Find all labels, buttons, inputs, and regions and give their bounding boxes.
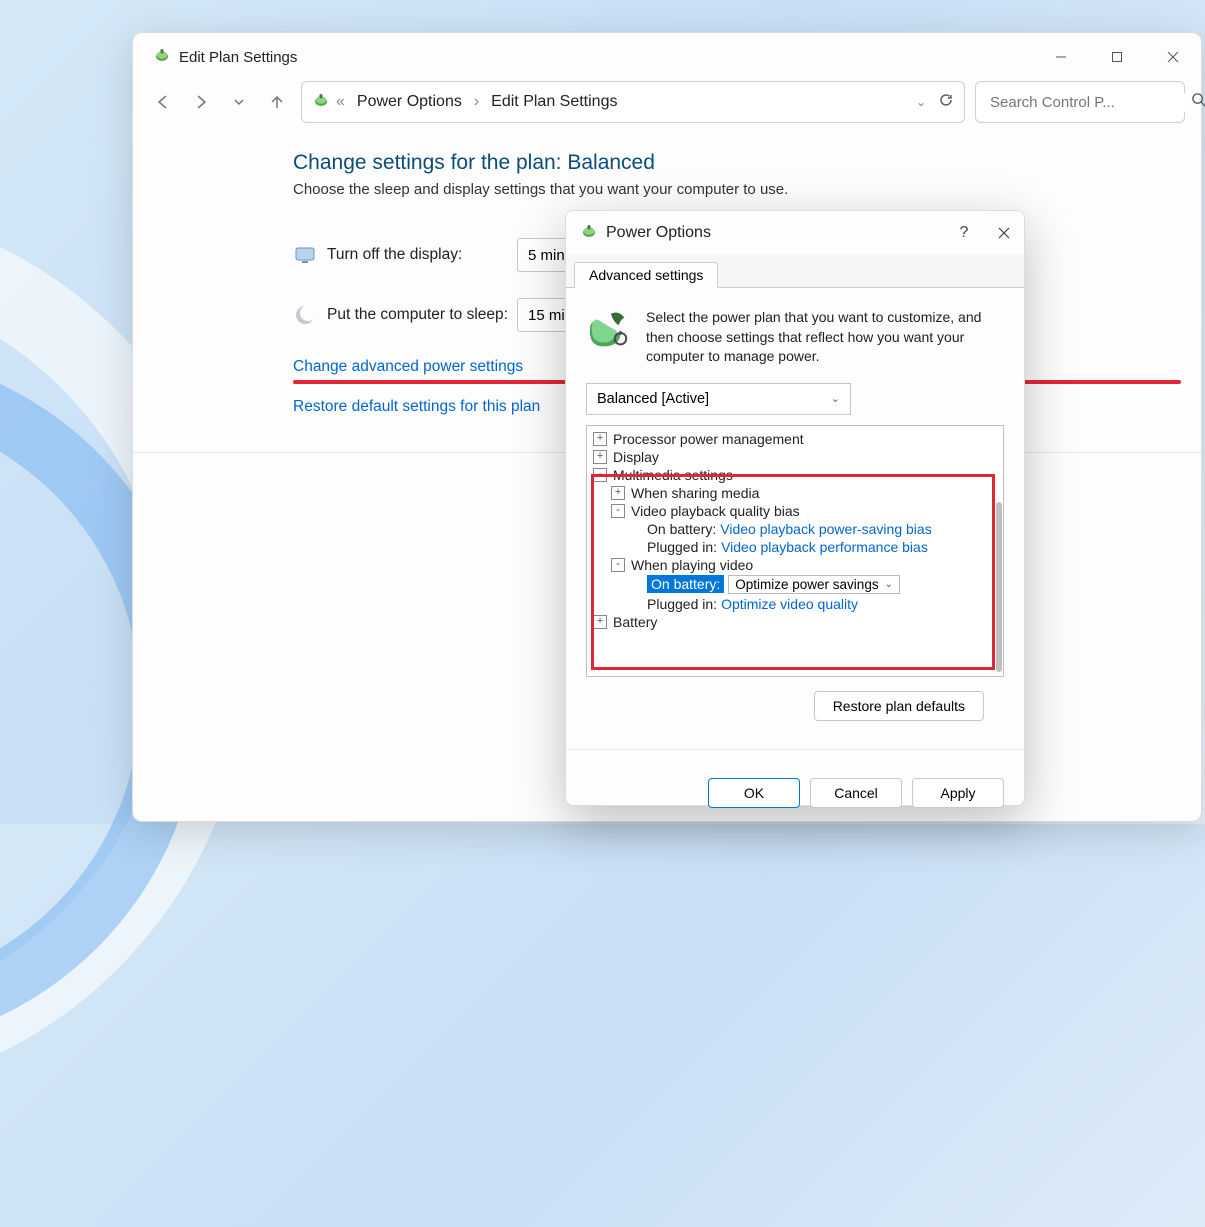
tree-when-sharing[interactable]: +When sharing media xyxy=(589,484,1001,502)
window-title: Edit Plan Settings xyxy=(179,49,297,66)
chevron-down-icon: ⌄ xyxy=(885,579,893,590)
nav-recent-dropdown-icon[interactable] xyxy=(225,88,253,116)
tab-advanced-settings[interactable]: Advanced settings xyxy=(574,262,718,288)
page-heading: Change settings for the plan: Balanced xyxy=(293,151,1161,175)
close-button[interactable] xyxy=(1145,33,1201,81)
main-titlebar: Edit Plan Settings xyxy=(133,33,1201,81)
expand-icon[interactable]: + xyxy=(593,432,607,446)
dialog-footer: OK Cancel Apply xyxy=(566,749,1024,813)
tree-multimedia[interactable]: -Multimedia settings xyxy=(589,466,1001,484)
close-button[interactable] xyxy=(984,211,1024,255)
breadcrumb-root[interactable]: Power Options xyxy=(357,93,462,111)
tree-battery[interactable]: +Battery xyxy=(589,613,1001,631)
moon-icon xyxy=(293,303,317,327)
tab-strip: Advanced settings xyxy=(566,255,1024,288)
tree-video-bias[interactable]: -Video playback quality bias xyxy=(589,502,1001,520)
selected-label: On battery: xyxy=(647,575,724,593)
expand-icon[interactable]: + xyxy=(593,450,607,464)
tree-vb-plugged[interactable]: Plugged in:Video playback performance bi… xyxy=(589,538,1001,556)
battery-large-icon xyxy=(586,308,632,354)
cancel-button[interactable]: Cancel xyxy=(810,778,902,808)
dialog-title: Power Options xyxy=(606,224,711,242)
refresh-icon[interactable] xyxy=(938,92,954,113)
nav-forward-button[interactable] xyxy=(187,88,215,116)
page-subtext: Choose the sleep and display settings th… xyxy=(293,181,1161,198)
dialog-body: Select the power plan that you want to c… xyxy=(566,288,1024,733)
collapse-icon[interactable]: - xyxy=(593,468,607,482)
expand-icon[interactable]: + xyxy=(611,486,625,500)
maximize-button[interactable] xyxy=(1089,33,1145,81)
tree-vb-on-battery[interactable]: On battery:Video playback power-saving b… xyxy=(589,520,1001,538)
battery-app-icon xyxy=(153,46,171,69)
monitor-icon xyxy=(293,243,317,267)
tree-wp-plugged[interactable]: Plugged in:Optimize video quality xyxy=(589,595,1001,613)
dialog-titlebar: Power Options ? xyxy=(566,211,1024,255)
toolbar: « Power Options › Edit Plan Settings ⌄ xyxy=(133,81,1201,135)
battery-app-icon xyxy=(580,222,598,245)
tree-wp-on-battery[interactable]: On battery:Optimize power savings⌄ xyxy=(589,574,1001,595)
expand-icon[interactable]: + xyxy=(593,615,607,629)
chevron-down-icon[interactable]: ⌄ xyxy=(916,95,926,109)
battery-app-icon xyxy=(312,91,330,114)
tree-display[interactable]: +Display xyxy=(589,448,1001,466)
address-bar[interactable]: « Power Options › Edit Plan Settings ⌄ xyxy=(301,81,965,123)
sleep-timeout-label: Put the computer to sleep: xyxy=(327,306,517,324)
settings-tree[interactable]: +Processor power management +Display -Mu… xyxy=(586,425,1004,677)
breadcrumb-current[interactable]: Edit Plan Settings xyxy=(491,93,617,111)
search-input[interactable] xyxy=(988,93,1191,112)
restore-plan-defaults-button[interactable]: Restore plan defaults xyxy=(814,691,984,721)
minimize-button[interactable] xyxy=(1033,33,1089,81)
chevron-down-icon: ⌄ xyxy=(831,392,840,405)
search-box[interactable] xyxy=(975,81,1185,123)
chevron-right-icon: › xyxy=(474,93,479,111)
nav-back-button[interactable] xyxy=(149,88,177,116)
apply-button[interactable]: Apply xyxy=(912,778,1004,808)
breadcrumb-sep: « xyxy=(336,93,345,111)
tree-when-playing[interactable]: -When playing video xyxy=(589,556,1001,574)
help-button[interactable]: ? xyxy=(944,211,984,255)
collapse-icon[interactable]: - xyxy=(611,558,625,572)
search-icon[interactable] xyxy=(1191,92,1205,112)
wp-on-battery-dropdown[interactable]: Optimize power savings⌄ xyxy=(728,575,900,594)
dialog-intro-text: Select the power plan that you want to c… xyxy=(646,308,1004,367)
scrollbar-thumb[interactable] xyxy=(996,502,1002,672)
plan-select-value: Balanced [Active] xyxy=(597,391,709,407)
nav-up-button[interactable] xyxy=(263,88,291,116)
ok-button[interactable]: OK xyxy=(708,778,800,808)
collapse-icon[interactable]: - xyxy=(611,504,625,518)
power-options-dialog: Power Options ? Advanced settings Select… xyxy=(565,210,1025,806)
display-timeout-label: Turn off the display: xyxy=(327,246,517,264)
power-plan-select[interactable]: Balanced [Active] ⌄ xyxy=(586,383,851,415)
tree-processor[interactable]: +Processor power management xyxy=(589,430,1001,448)
